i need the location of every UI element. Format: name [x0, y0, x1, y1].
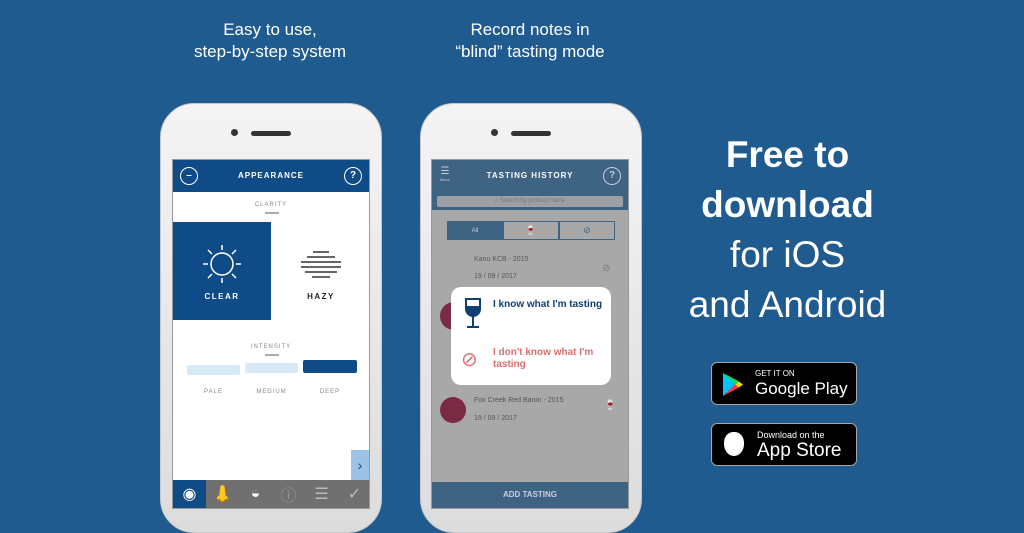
medium-label: MEDIUM	[256, 389, 287, 395]
next-button[interactable]: ›	[351, 450, 369, 480]
headline-line: and Android	[688, 284, 887, 325]
filter-all[interactable]: All	[447, 221, 503, 240]
intensity-deep[interactable]	[303, 360, 357, 373]
item-name: Kanu KCB - 2015	[474, 256, 529, 263]
wine-glass-icon: 🍷	[525, 225, 537, 235]
phone-history: TASTING HISTORY ☰ Menu ? ⌕ Search by prod…	[420, 103, 642, 533]
eye-icon[interactable]: ◉	[173, 480, 206, 508]
haze-icon	[301, 251, 341, 278]
filter-known[interactable]: 🍷	[503, 221, 559, 240]
intensity-label: INTENSITY	[250, 344, 292, 350]
badge-top-text: Download on the	[757, 430, 825, 440]
clarity-label: CLARITY	[254, 202, 288, 208]
blind-label: I don't know what I'm tasting	[493, 347, 594, 370]
hazy-label: HAZY	[307, 292, 335, 301]
check-icon[interactable]: ✓	[338, 480, 369, 508]
pale-label: PALE	[204, 389, 223, 395]
clear-label: CLEAR	[204, 292, 240, 301]
camera	[231, 129, 238, 136]
headline: Free to download for iOS and Android	[650, 130, 925, 330]
caption-line: “blind” tasting mode	[455, 42, 605, 61]
nose-icon[interactable]: 👃	[206, 480, 239, 508]
blind-option[interactable]: ⊘ I don't know what I'm tasting	[461, 345, 605, 379]
deep-label: DEEP	[319, 389, 341, 395]
header: APPEARANCE	[173, 160, 369, 192]
menu-label: Menu	[440, 177, 451, 182]
caption-middle: Record notes in “blind” tasting mode	[410, 19, 650, 63]
wine-glass-icon: 🍷	[604, 400, 617, 411]
minus-button[interactable]: –	[180, 167, 198, 185]
apple-icon	[724, 432, 744, 456]
search-placeholder: Search by product name	[499, 198, 566, 204]
item-name: Fox Creek Red Baron - 2015	[474, 397, 564, 404]
help-button[interactable]: ?	[603, 167, 621, 185]
mode-popup: I know what I'm tasting ⊘ I don't know w…	[451, 287, 611, 385]
google-play-badge[interactable]: GET IT ON Google Play	[711, 362, 857, 405]
caption-line: step-by-step system	[193, 42, 347, 61]
wine-circle	[440, 397, 466, 423]
divider	[265, 212, 279, 214]
help-button[interactable]: ?	[344, 167, 362, 185]
known-option[interactable]: I know what I'm tasting	[461, 297, 605, 331]
headline-line: for iOS	[729, 234, 846, 275]
badge-main-text: App Store	[757, 440, 842, 461]
clarity-hazy-option[interactable]: HAZY	[271, 222, 369, 320]
screen-title: TASTING HISTORY	[486, 171, 574, 180]
google-play-icon	[723, 373, 743, 396]
eye-off-icon: ⊘	[583, 225, 591, 235]
menu-lines-icon[interactable]: ☰	[305, 480, 338, 508]
item-date: 19 / 09 / 2017	[474, 415, 517, 422]
add-tasting-button[interactable]: ADD TASTING	[432, 482, 628, 508]
history-screen: TASTING HISTORY ☰ Menu ? ⌕ Search by prod…	[431, 159, 629, 509]
phone-appearance: APPEARANCE – ? CLARITY CLEAR HAZY INTENS…	[160, 103, 382, 533]
clarity-clear-option[interactable]: CLEAR	[173, 222, 271, 320]
speaker	[251, 131, 291, 136]
headline-line: Free to	[725, 134, 850, 175]
headline-line: download	[701, 184, 874, 225]
intensity-medium[interactable]	[245, 363, 298, 373]
sun-icon	[203, 245, 241, 283]
item-date: 19 / 09 / 2017	[474, 273, 517, 280]
divider	[265, 354, 279, 356]
appearance-screen: APPEARANCE – ? CLARITY CLEAR HAZY INTENS…	[172, 159, 370, 509]
eye-off-icon: ⊘	[461, 349, 478, 371]
known-label: I know what I'm tasting	[493, 299, 603, 310]
intensity-pale[interactable]	[187, 365, 240, 375]
caption-line: Record notes in	[470, 20, 590, 39]
badge-main-text: Google Play	[755, 379, 848, 398]
app-store-badge[interactable]: Download on the App Store	[711, 423, 857, 466]
search-input[interactable]: ⌕ Search by product name	[437, 196, 623, 207]
camera	[491, 129, 498, 136]
badge-top-text: GET IT ON	[755, 369, 795, 378]
screen-title: APPEARANCE	[237, 171, 304, 180]
info-icon[interactable]: ⓘ	[272, 480, 305, 508]
filter-blind[interactable]: ⊘	[559, 221, 615, 240]
caption-line: Easy to use,	[223, 20, 317, 39]
wine-glass-icon	[465, 298, 481, 328]
speaker	[511, 131, 551, 136]
menu-button[interactable]: ☰ Menu	[440, 166, 450, 182]
eye-off-icon: ⊘	[602, 263, 611, 274]
caption-left: Easy to use, step-by-step system	[150, 19, 390, 63]
mouth-icon[interactable]: ◒	[239, 480, 272, 508]
